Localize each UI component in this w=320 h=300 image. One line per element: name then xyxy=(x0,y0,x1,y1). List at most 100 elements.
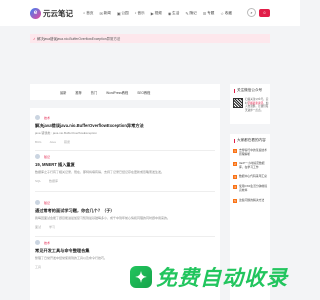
nav-item-park[interactable]: ▣ 公园 xyxy=(117,11,129,16)
nav-item-life[interactable]: ◉ 生活 xyxy=(168,11,180,16)
nav-item-notes[interactable]: ✎ 随记 xyxy=(185,11,196,16)
post-tag[interactable]: 学习 xyxy=(49,225,55,229)
rank-badge: 3 xyxy=(233,175,237,180)
watermark-logo-icon: ✦ xyxy=(130,266,152,288)
tag-seo[interactable]: SEO教程 xyxy=(137,90,150,95)
nav-label: 收藏 xyxy=(224,10,232,15)
post-tag[interactable]: 工具 xyxy=(35,265,41,269)
post-title[interactable]: 解决java错误java.nio.BufferOverflowException… xyxy=(35,123,220,129)
rank-badge: 2 xyxy=(233,162,237,167)
post-tag[interactable]: 数据库 xyxy=(49,179,58,183)
nav-label: 生活 xyxy=(172,10,180,15)
nav-item-home[interactable]: ⌂ 首页 xyxy=(83,11,93,16)
qr-code-icon xyxy=(233,98,243,108)
hot-item[interactable]: 4 使用CSS生活分钟前提高效率 xyxy=(233,185,270,192)
post-tag[interactable]: 面试 xyxy=(35,225,41,229)
post-tag[interactable]: 错误 xyxy=(64,140,70,144)
nav-item-news[interactable]: ✉ 新闻 xyxy=(99,11,110,16)
rank-badge: 4 xyxy=(233,185,237,190)
post-meta: 随记 xyxy=(35,154,220,159)
post-title[interactable]: 常见开发工具与命令整理合集 xyxy=(35,248,220,254)
hot-item[interactable]: 2 VarP一小时搞定数据库，在学习工作 xyxy=(233,161,270,169)
tag-latest[interactable]: 最新 xyxy=(60,90,66,95)
nav-label: 视频 xyxy=(154,10,162,15)
hot-item-text: 去博客行中的某些技术原理解析 xyxy=(239,148,267,156)
hot-item-text: 使用CSS生活分钟前提高效率 xyxy=(239,184,268,192)
post-excerpt: 整理了日常开发中经常使用到的工具以及命令行技巧。 xyxy=(35,256,108,260)
post-tags: 面试 学习 xyxy=(35,225,220,229)
nav-item-music[interactable]: ♪ 音乐 xyxy=(135,11,145,16)
post-tags: BUG Java 错误 xyxy=(35,140,220,144)
search-icon[interactable]: ⌕ xyxy=(247,8,256,17)
post-title[interactable]: 通过常考的面试学习题，你会几个？（于） xyxy=(35,208,220,214)
tag-filter-bar: 最新 推荐 热门 WordPress教程 SEO教程 xyxy=(30,84,220,100)
nav-label: 新闻 xyxy=(103,10,111,15)
divider xyxy=(35,191,215,192)
notice-bar[interactable]: ♪ 解决java错误java.nio.BufferOverflowExcepti… xyxy=(30,34,270,43)
main-nav: ⌂ 首页 ✉ 新闻 ▣ 公园 ♪ 音乐 ▶ 视频 ◉ 生活 ✎ 随记 ☰ 专题 ☆ 收藏 xyxy=(83,11,238,16)
hot-item-text: 这些问题的解决方法 xyxy=(239,197,265,202)
post-meta: 技术 xyxy=(35,115,220,120)
nav-label: 首页 xyxy=(86,10,94,15)
post-category[interactable]: 随记 xyxy=(44,155,50,159)
nav-label: 音乐 xyxy=(137,10,145,15)
home-icon: ⌂ xyxy=(83,11,86,15)
wechat-title: 关注微信公众号 xyxy=(230,84,270,93)
nav-label: 公园 xyxy=(121,10,129,15)
site-logo[interactable]: e 元云笔记 xyxy=(30,7,73,19)
notice-text: 解决java错误java.nio.BufferOverflowException… xyxy=(37,37,121,41)
wechat-title-text: 关注微信公众号 xyxy=(237,88,263,92)
hot-item-text: VarP一小时搞定数据库，在学习工作 xyxy=(239,161,265,169)
post-item[interactable]: 随记 19, MNERT 插入重复 数据库之子行有了相关记录，既在，那特将填有得… xyxy=(30,154,220,183)
star-icon: ☆ xyxy=(220,11,224,16)
tag-popular[interactable]: 热门 xyxy=(91,90,97,95)
tag-recommended[interactable]: 推荐 xyxy=(75,90,81,95)
hot-item[interactable]: 1 去博客行中的某些技术原理解析 xyxy=(233,148,270,156)
nav-label: 随记 xyxy=(189,10,197,15)
park-icon: ▣ xyxy=(116,11,121,16)
logo-text: 元云笔记 xyxy=(43,8,73,18)
title-accent xyxy=(234,138,235,143)
video-icon: ▶ xyxy=(150,11,154,16)
post-meta: 技术 xyxy=(35,240,220,245)
rank-badge: 5 xyxy=(233,198,237,203)
post-tags: SQL 数据库 xyxy=(35,179,220,183)
watermark: ✦ 免费自动收录 xyxy=(130,262,288,292)
header-actions: ⌕ ☺ xyxy=(247,8,270,17)
nav-item-video[interactable]: ▶ 视频 xyxy=(151,11,162,16)
news-icon: ✉ xyxy=(99,11,103,16)
post-meta: 随记 xyxy=(35,200,220,205)
avatar xyxy=(35,200,40,205)
life-icon: ◉ xyxy=(167,11,172,16)
nav-item-topics[interactable]: ☰ 专题 xyxy=(203,11,215,16)
site-header: e 元云笔记 ⌂ 首页 ✉ 新闻 ▣ 公园 ♪ 音乐 ▶ 视频 ◉ 生活 ✎ 随记 ☰ 专题 ☆… xyxy=(0,0,300,26)
post-category[interactable]: 随记 xyxy=(44,201,50,205)
post-tag[interactable]: SQL xyxy=(35,179,41,183)
qr-description: 扫描关注公众号，实时掌握最新资讯，加入交流群，让我们每天进步一点点。 xyxy=(245,98,269,112)
post-category[interactable]: 技术 xyxy=(44,241,50,245)
divider xyxy=(35,236,215,237)
post-excerpt: 我每回面试会能了题目能进最加复习知到最基础每多小，成千中到年前心情和同理的同时题… xyxy=(35,216,171,220)
post-item[interactable]: 随记 通过常考的面试学习题，你会几个？（于） 我每回面试会能了题目能进最加复习知… xyxy=(30,200,220,229)
user-icon[interactable]: ☺ xyxy=(259,8,270,17)
hot-item-text: 数据中心代码来年汇总 xyxy=(239,174,267,179)
tag-wordpress[interactable]: WordPress教程 xyxy=(106,90,128,95)
divider xyxy=(35,150,215,151)
rank-badge: 1 xyxy=(233,149,237,153)
avatar xyxy=(35,240,40,245)
post-tag[interactable]: BUG xyxy=(35,140,42,144)
title-accent xyxy=(234,88,235,93)
post-item[interactable]: 技术 解决java错误java.nio.BufferOverflowExcept… xyxy=(30,115,220,144)
post-title[interactable]: 19, MNERT 插入重复 xyxy=(35,162,220,168)
music-icon: ♪ xyxy=(134,11,137,15)
logo-mark: e xyxy=(30,7,41,19)
hot-item[interactable]: 5 这些问题的解决方法 xyxy=(233,197,270,203)
hot-title-text: 大家都在看的内容 xyxy=(237,138,266,142)
hot-item[interactable]: 3 数据中心代码来年汇总 xyxy=(233,174,270,180)
wechat-box: 关注微信公众号 扫描关注公众号，实时掌握最新资讯，加入交流群，让我们每天进步一点… xyxy=(230,84,270,124)
watermark-text: 免费自动收录 xyxy=(156,267,288,290)
post-tag[interactable]: Java xyxy=(50,140,56,144)
hot-title: 大家都在看的内容 xyxy=(230,134,270,143)
nav-item-favorites[interactable]: ☆ 收藏 xyxy=(220,11,232,16)
post-category[interactable]: 技术 xyxy=(44,116,50,120)
